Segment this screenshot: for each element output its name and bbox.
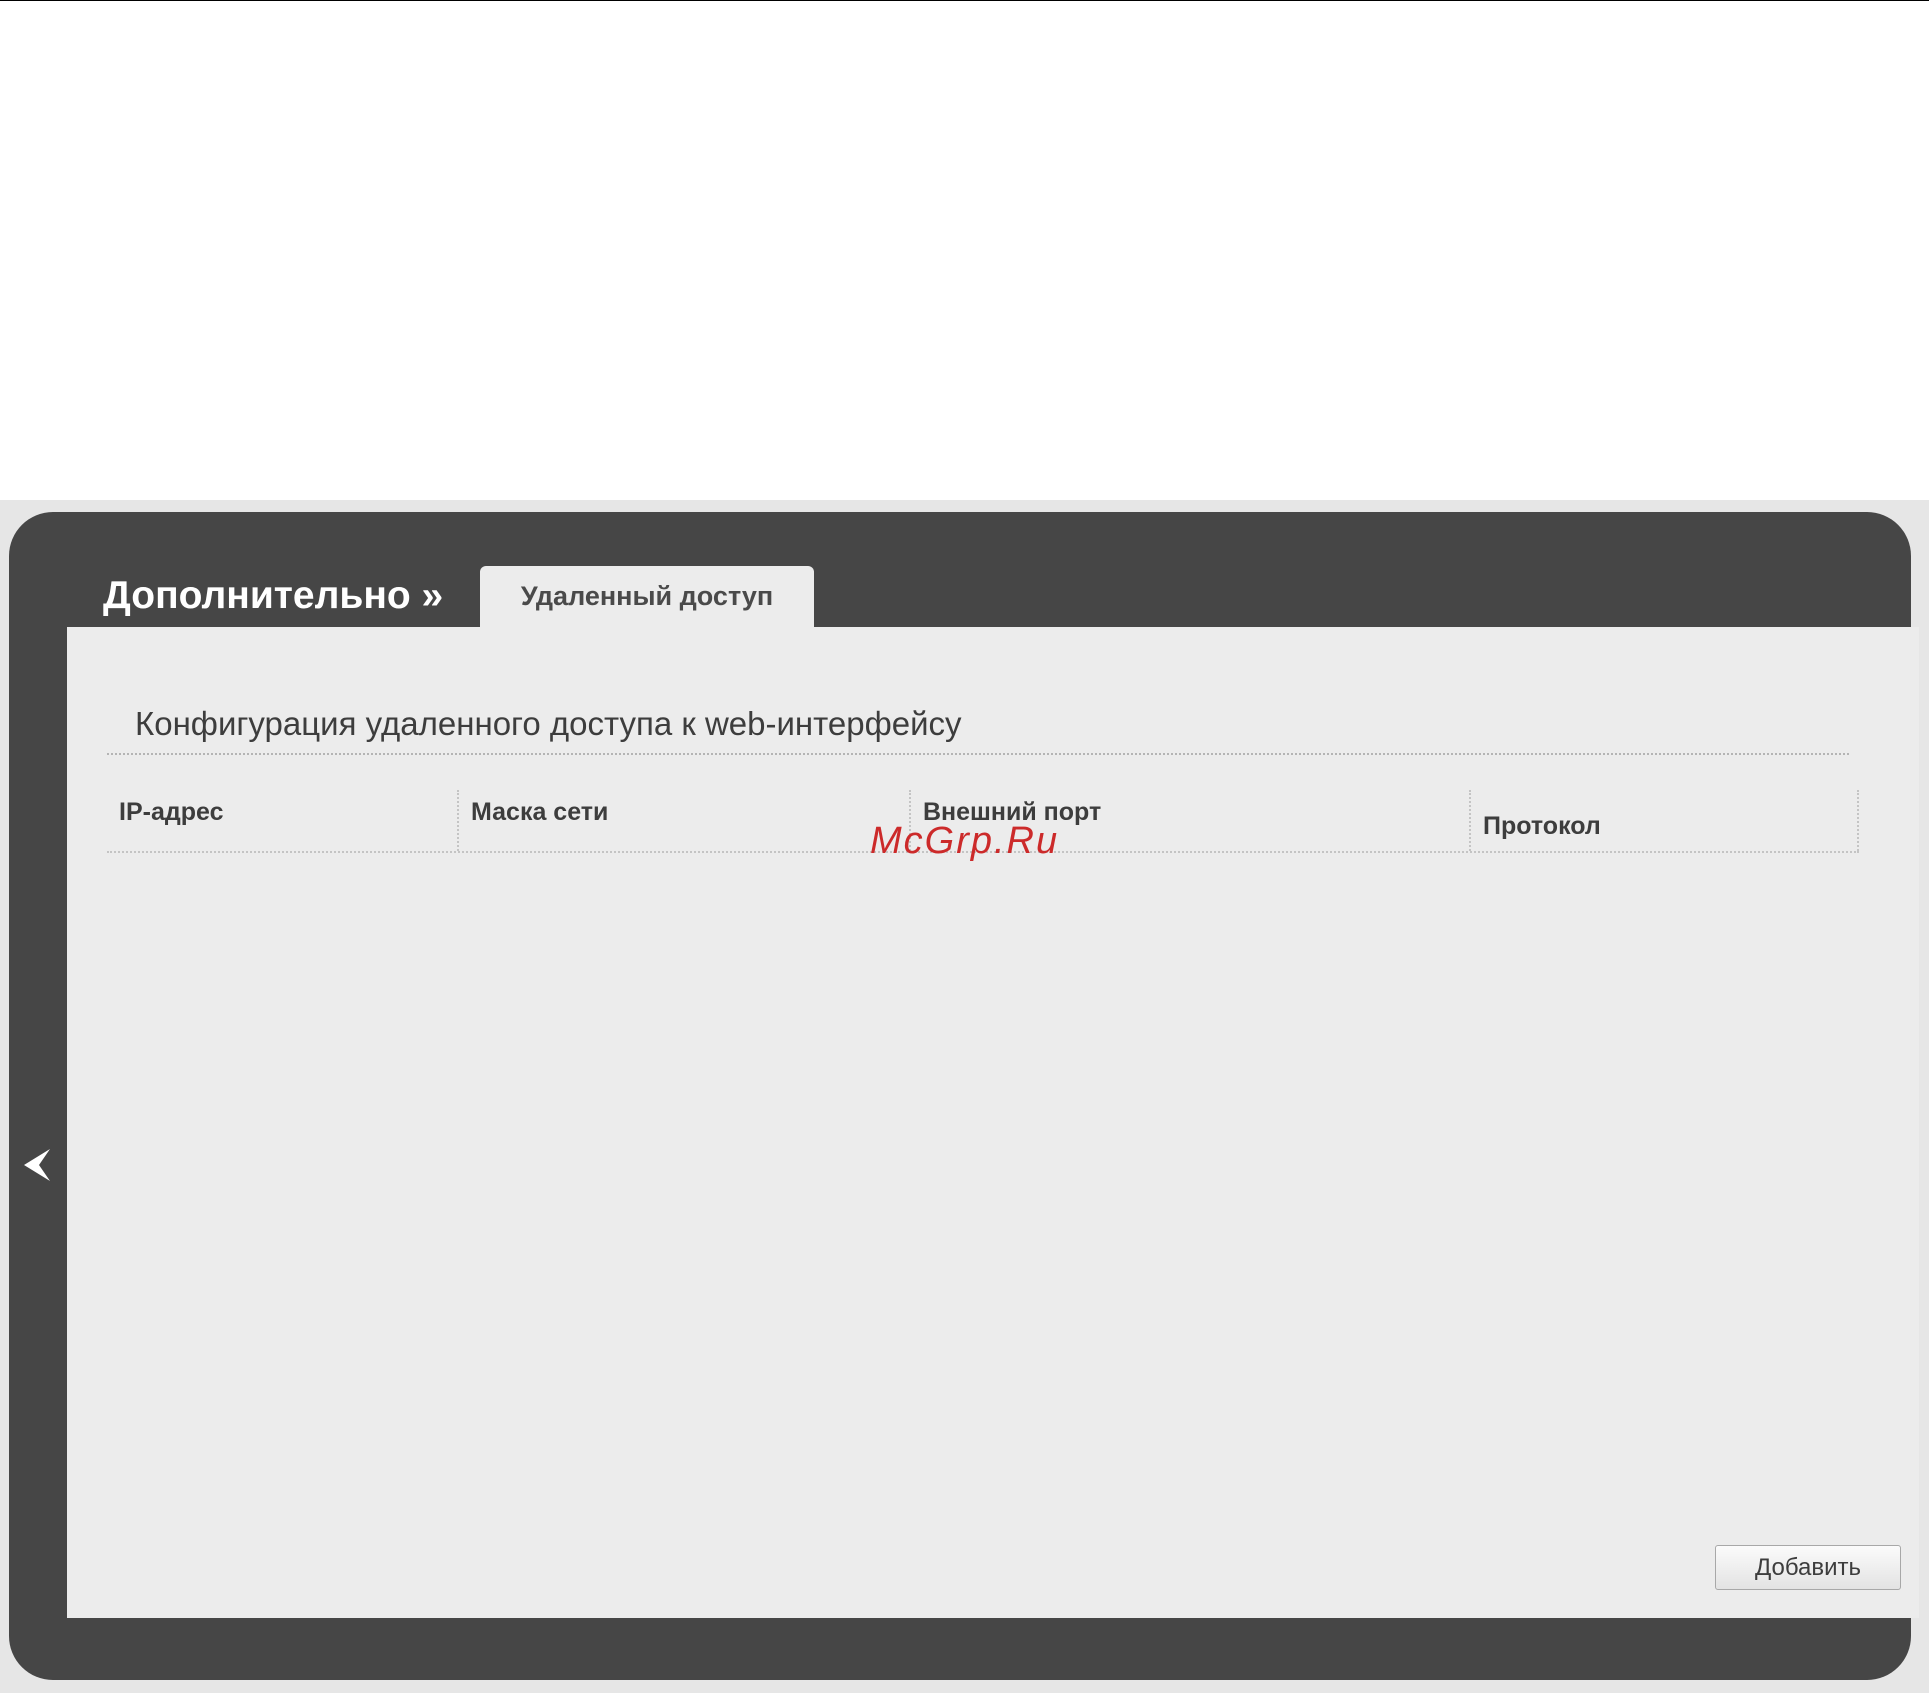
heading-divider (107, 753, 1849, 755)
section-title[interactable]: Дополнительно » (103, 572, 443, 620)
column-header-mask: Маска сети (459, 790, 911, 851)
tab-remote-access[interactable]: Удаленный доступ (480, 566, 814, 628)
chevron-left-icon[interactable] (20, 1145, 52, 1185)
column-header-protocol: Протокол (1471, 790, 1859, 851)
top-rule (0, 0, 1929, 1)
content-panel: Конфигурация удаленного доступа к web-ин… (67, 627, 1919, 1618)
add-button[interactable]: Добавить (1715, 1545, 1901, 1590)
column-header-ip: IP-адрес (107, 790, 459, 851)
watermark: McGrp.Ru (870, 820, 1060, 862)
chevron-left-icon-graphic (24, 1149, 50, 1181)
panel-heading: Конфигурация удаленного доступа к web-ин… (135, 705, 962, 742)
